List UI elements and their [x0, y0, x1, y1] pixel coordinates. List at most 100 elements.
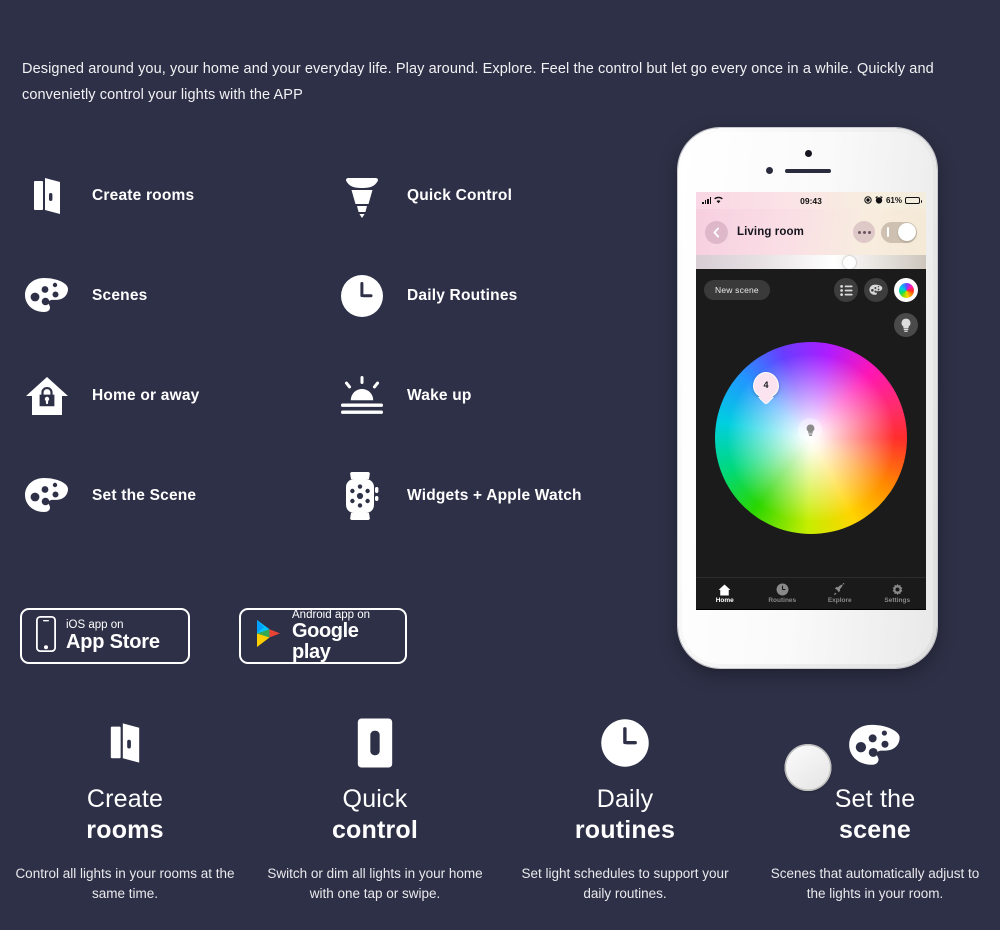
feature-item-wake-up[interactable]: Wake up	[333, 346, 663, 446]
tab-home[interactable]: Home	[696, 584, 754, 604]
title-bold: scene	[839, 816, 911, 844]
door-icon	[101, 714, 149, 770]
tab-label: Home	[715, 596, 734, 604]
sunrise-icon	[333, 367, 391, 425]
feature-item-widgets-apple-watch[interactable]: Widgets + Apple Watch	[333, 446, 663, 546]
feature-label: Create rooms	[92, 187, 195, 204]
bottom-card-title: Set the scene	[835, 784, 916, 846]
palette-button[interactable]	[864, 278, 888, 302]
chevron-left-icon	[713, 227, 720, 237]
ellipsis-icon	[867, 230, 871, 234]
title-light: Daily	[596, 785, 654, 813]
bulb-icon	[806, 424, 814, 436]
bottom-card-set-the-scene: Set the scene Scenes that automatically …	[750, 700, 1000, 930]
google-play-badge[interactable]: Android app on Google play	[239, 608, 407, 664]
bulb-icon	[901, 318, 911, 332]
feature-label: Home or away	[92, 387, 200, 404]
room-title: Living room	[737, 226, 804, 238]
bulb-marker[interactable]	[798, 418, 822, 442]
color-wheel-button[interactable]	[894, 278, 918, 302]
bottom-card-quick-control: Quick control Switch or dim all lights i…	[250, 700, 500, 930]
feature-label: Set the Scene	[92, 487, 197, 504]
front-camera-icon	[766, 167, 773, 174]
house-lock-icon	[18, 367, 76, 425]
back-button[interactable]	[705, 220, 728, 244]
brightness-slider[interactable]	[696, 255, 926, 269]
light-pin-marker[interactable]: 4	[753, 372, 779, 406]
feature-label: Widgets + Apple Watch	[407, 487, 582, 504]
status-time: 09:43	[800, 195, 822, 206]
feature-label: Wake up	[407, 387, 472, 404]
door-icon	[18, 167, 76, 225]
color-picker-wheel[interactable]: 4	[715, 342, 907, 534]
battery-icon	[905, 196, 922, 205]
list-icon	[839, 284, 853, 296]
home-icon	[718, 584, 731, 595]
bottom-card-desc: Control all lights in your rooms at the …	[15, 866, 235, 901]
feature-item-daily-routines[interactable]: Daily Routines	[333, 246, 663, 346]
rocket-icon	[834, 583, 845, 596]
title-light: Set the	[834, 785, 916, 813]
bottom-card-title: Quick control	[332, 784, 418, 846]
ellipsis-icon	[857, 230, 861, 234]
app-store-name: App Store	[66, 630, 160, 653]
tab-settings[interactable]: Settings	[869, 583, 927, 604]
tab-bar: Home Routines Explore Settings	[696, 577, 926, 609]
palette-icon	[869, 284, 883, 295]
phone-body: 09:43 61% Living room New scene 4 Home R…	[682, 132, 933, 791]
bottom-card-create-rooms: Create rooms Control all lights in your …	[0, 700, 250, 930]
feature-item-scenes[interactable]: Scenes	[18, 246, 338, 346]
list-view-button[interactable]	[834, 278, 858, 302]
feature-item-set-the-scene[interactable]: Set the Scene	[18, 446, 338, 546]
proximity-sensor-icon	[804, 150, 812, 157]
power-toggle[interactable]	[881, 221, 917, 243]
bottom-feature-cards: Create rooms Control all lights in your …	[0, 700, 1000, 930]
feature-item-create-rooms[interactable]: Create rooms	[18, 146, 338, 246]
promo-page: Designed around you, your home and your …	[0, 0, 1000, 930]
google-play-name: Google play	[292, 620, 359, 664]
app-header: Living room	[696, 209, 926, 255]
feature-item-quick-control[interactable]: Quick Control	[333, 146, 663, 246]
palette-icon	[848, 714, 902, 770]
light-switch-icon	[353, 714, 397, 770]
tab-label: Settings	[884, 597, 911, 604]
clock-icon	[599, 714, 651, 770]
intro-paragraph: Designed around you, your home and your …	[22, 61, 934, 103]
tab-label: Routines	[768, 597, 797, 604]
bottom-card-title: Create rooms	[86, 784, 163, 846]
brightness-slider-knob[interactable]	[843, 255, 857, 269]
clock-icon	[333, 267, 391, 325]
title-bold: rooms	[86, 816, 164, 844]
title-bold: routines	[574, 816, 676, 844]
app-store-eyebrow: iOS app on	[66, 619, 124, 632]
apple-watch-icon	[333, 467, 391, 525]
app-content: New scene 4 Home Routines Explore Settin…	[696, 269, 926, 609]
feature-label: Scenes	[92, 287, 148, 304]
palette-icon	[18, 267, 76, 325]
tab-explore[interactable]: Explore	[811, 583, 869, 604]
more-options-button[interactable]	[853, 221, 875, 243]
feature-label: Quick Control	[407, 187, 513, 204]
ellipsis-icon	[862, 230, 866, 234]
clock-icon	[776, 583, 789, 596]
tab-routines[interactable]: Routines	[754, 583, 812, 604]
phone-mockup: 09:43 61% Living room New scene 4 Home R…	[678, 128, 937, 791]
phone-screen: 09:43 61% Living room New scene 4 Home R…	[696, 192, 926, 610]
feature-list-left: Create rooms Scenes Home or away Set the…	[18, 146, 338, 546]
gear-icon	[892, 583, 903, 596]
feature-list-right: Quick Control Daily Routines Wake up Wid…	[333, 146, 663, 546]
title-light: Quick	[342, 785, 408, 813]
store-badges: iOS app on App Store Android app on Goog…	[20, 608, 407, 664]
bottom-card-desc: Switch or dim all lights in your home wi…	[267, 866, 483, 901]
status-bar: 09:43 61%	[696, 192, 926, 209]
earpiece-icon	[784, 169, 831, 173]
feature-label: Daily Routines	[407, 287, 518, 304]
bottom-card-desc: Scenes that automatically adjust to the …	[770, 866, 980, 901]
bulb-filter-button[interactable]	[894, 313, 918, 337]
title-light: Create	[86, 785, 164, 813]
bulb-icon	[333, 167, 391, 225]
app-store-badge[interactable]: iOS app on App Store	[20, 608, 190, 664]
iphone-icon	[35, 615, 57, 657]
feature-item-home-or-away[interactable]: Home or away	[18, 346, 338, 446]
new-scene-button[interactable]: New scene	[704, 280, 770, 300]
